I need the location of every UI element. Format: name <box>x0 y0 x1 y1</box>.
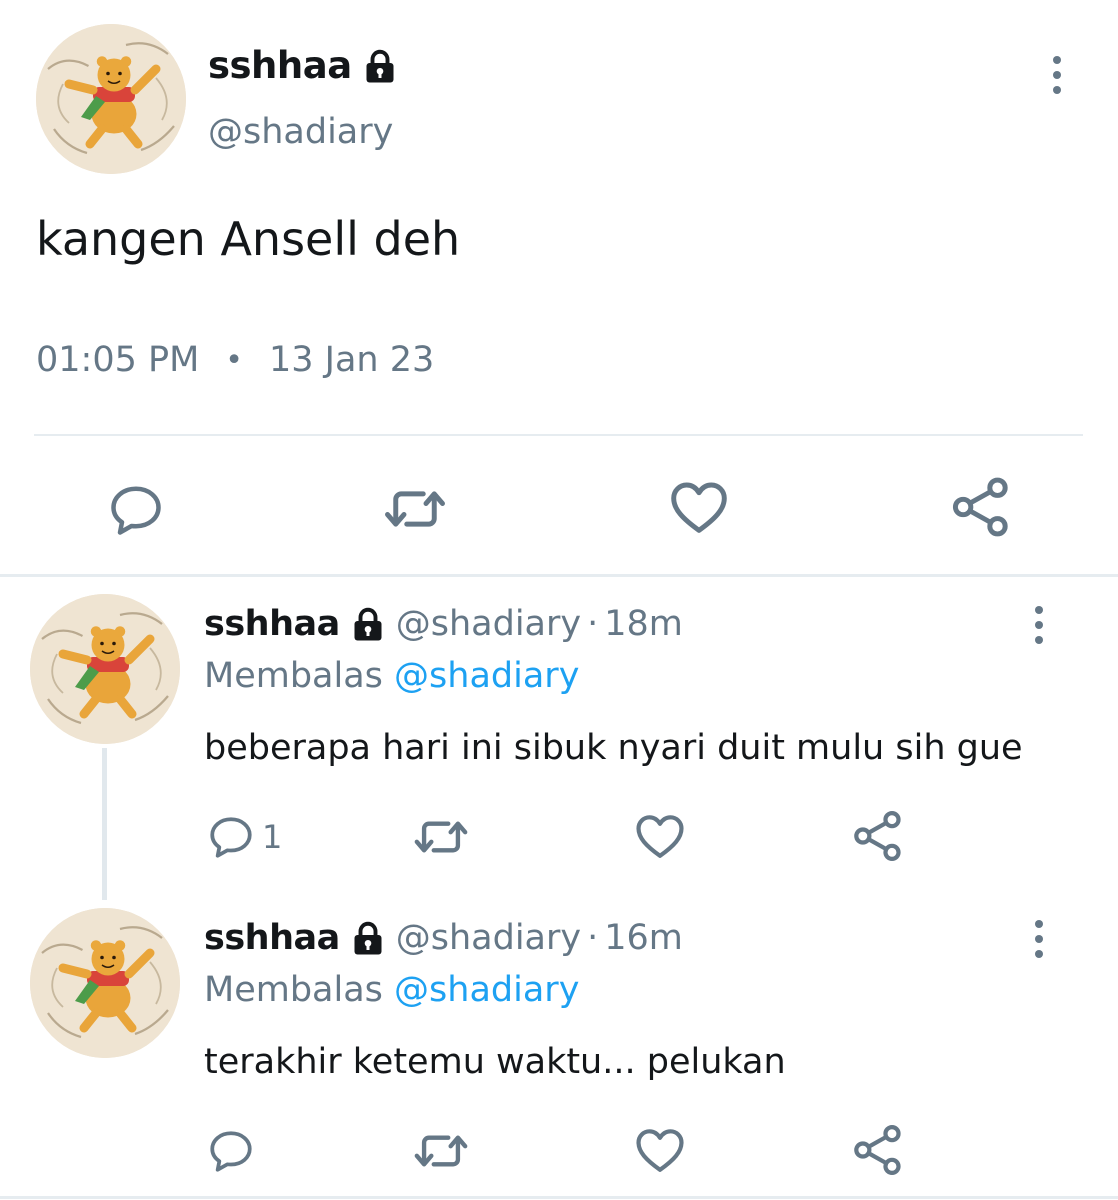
share-icon <box>850 1122 906 1178</box>
more-vertical-icon <box>1035 606 1043 614</box>
reply-count: 1 <box>262 818 283 856</box>
reply-icon <box>106 480 166 540</box>
avatar-image <box>36 24 186 174</box>
share-button[interactable] <box>850 808 906 864</box>
retweet-icon <box>412 808 470 866</box>
retweet-button[interactable] <box>412 808 470 866</box>
more-options-button[interactable] <box>1032 606 1046 644</box>
thread-connector <box>102 748 107 900</box>
like-button[interactable] <box>632 1122 688 1178</box>
retweet-button[interactable] <box>382 476 448 542</box>
reply-button[interactable] <box>106 480 166 540</box>
reply-text: terakhir ketemu waktu... pelukan <box>204 1042 786 1082</box>
author-name[interactable]: sshhaa <box>208 44 352 87</box>
retweet-button[interactable] <box>412 1122 470 1180</box>
author-name[interactable]: sshhaa <box>204 918 340 958</box>
tweet-time: 01:05 PM <box>36 340 200 380</box>
reply-time[interactable]: 16m <box>604 918 683 958</box>
mention-link[interactable]: @shadiary <box>394 656 579 696</box>
reply-button[interactable] <box>206 1126 256 1176</box>
lock-icon <box>350 920 386 956</box>
reply-time[interactable]: 18m <box>604 604 683 644</box>
share-icon <box>948 474 1014 540</box>
avatar[interactable] <box>30 908 180 1058</box>
reply-header: sshhaa @shadiary · 16m <box>204 918 683 958</box>
author-handle[interactable]: @shadiary <box>208 112 393 152</box>
divider <box>34 434 1083 436</box>
like-button[interactable] <box>666 474 732 540</box>
reply-header: sshhaa @shadiary · 18m <box>204 604 683 644</box>
lock-icon <box>350 606 386 642</box>
more-vertical-icon <box>1053 56 1061 64</box>
retweet-icon <box>412 1122 470 1180</box>
reply-button[interactable]: 1 <box>206 812 282 862</box>
heart-icon <box>666 474 732 540</box>
replying-label: Membalas <box>204 970 383 1010</box>
replying-to: Membalas @shadiary <box>204 970 579 1010</box>
more-vertical-icon <box>1035 920 1043 928</box>
avatar-image <box>30 594 180 744</box>
timestamp-separator: • <box>225 342 243 378</box>
mention-link[interactable]: @shadiary <box>394 970 579 1010</box>
reply-icon <box>206 812 256 862</box>
tweet-text: kangen Ansell deh <box>36 212 461 266</box>
share-button[interactable] <box>850 1122 906 1178</box>
avatar[interactable] <box>36 24 186 174</box>
share-icon <box>850 808 906 864</box>
header-separator: · <box>587 918 599 958</box>
reply-text: beberapa hari ini sibuk nyari duit mulu … <box>204 728 1023 768</box>
retweet-icon <box>382 476 448 542</box>
like-button[interactable] <box>632 808 688 864</box>
heart-icon <box>632 808 688 864</box>
header-separator: · <box>587 604 599 644</box>
reply-icon <box>206 1126 256 1176</box>
author-handle[interactable]: @shadiary <box>396 918 581 958</box>
tweet-timestamp: 01:05 PM • 13 Jan 23 <box>36 340 434 380</box>
more-options-button[interactable] <box>1050 56 1064 94</box>
avatar[interactable] <box>30 594 180 744</box>
section-divider <box>0 574 1118 577</box>
tweet-date: 13 Jan 23 <box>269 340 435 380</box>
more-options-button[interactable] <box>1032 920 1046 958</box>
section-divider <box>0 1196 1118 1199</box>
author-name-row[interactable]: sshhaa <box>208 44 398 87</box>
replying-to: Membalas @shadiary <box>204 656 579 696</box>
replying-label: Membalas <box>204 656 383 696</box>
avatar-image <box>30 908 180 1058</box>
lock-icon <box>362 48 398 84</box>
author-name[interactable]: sshhaa <box>204 604 340 644</box>
author-handle[interactable]: @shadiary <box>396 604 581 644</box>
share-button[interactable] <box>948 474 1014 540</box>
heart-icon <box>632 1122 688 1178</box>
